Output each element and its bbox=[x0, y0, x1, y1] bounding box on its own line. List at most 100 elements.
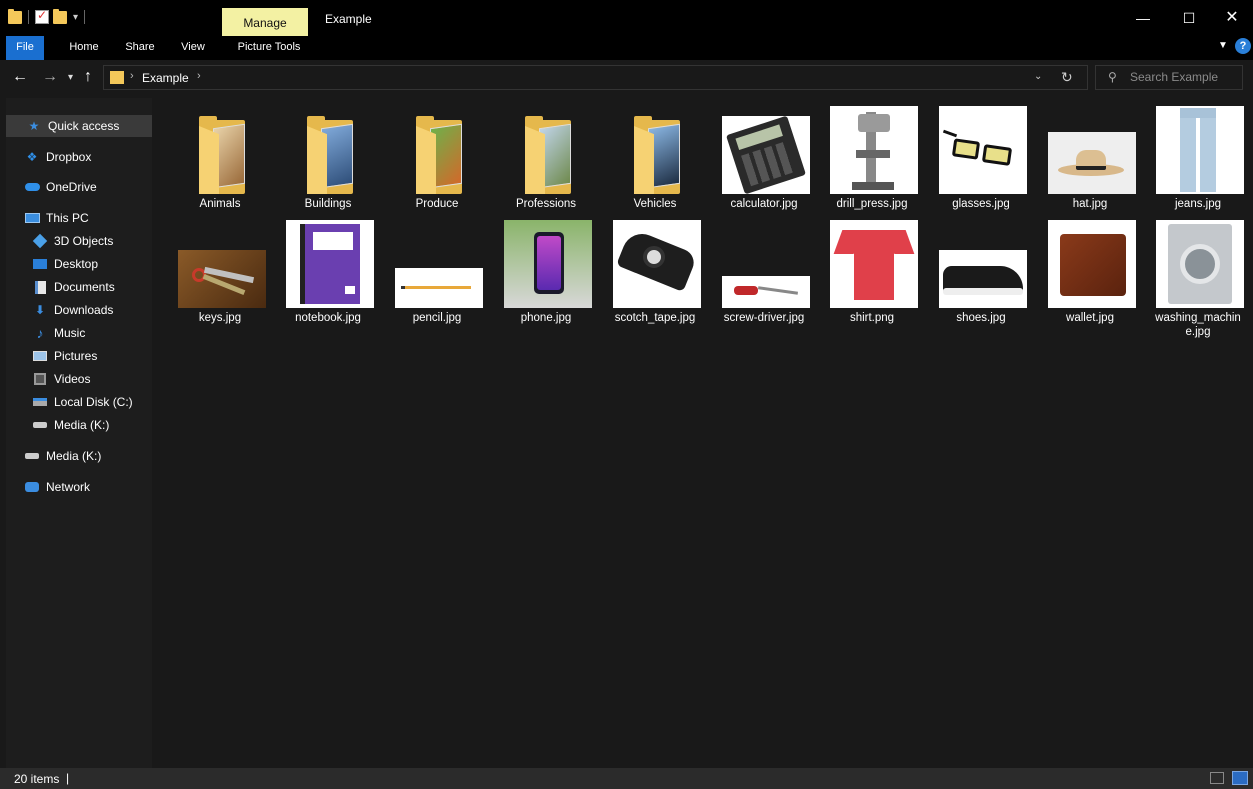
hat-icon bbox=[1048, 106, 1136, 194]
file-name: Vehicles bbox=[633, 198, 677, 210]
details-view-icon[interactable] bbox=[1210, 772, 1224, 784]
file-tile-folder[interactable]: Animals bbox=[168, 98, 272, 212]
customize-toolbar-icon[interactable]: ▾ bbox=[73, 12, 78, 23]
chevron-right-icon[interactable]: › bbox=[197, 70, 201, 82]
search-box[interactable]: ⚲ bbox=[1095, 65, 1243, 90]
forward-arrow-icon[interactable]: → bbox=[42, 68, 58, 86]
tab-view[interactable]: View bbox=[174, 36, 212, 60]
help-icon[interactable]: ? bbox=[1235, 38, 1251, 54]
folder-icon bbox=[286, 106, 374, 194]
tab-share[interactable]: Share bbox=[118, 36, 162, 60]
file-tile-folder[interactable]: Produce bbox=[385, 98, 489, 212]
sidebar-item-onedrive[interactable]: OneDrive bbox=[6, 176, 152, 198]
up-arrow-icon[interactable]: ↑ bbox=[84, 68, 92, 86]
file-tile-image[interactable]: glasses.jpg bbox=[929, 98, 1033, 212]
sidebar-item-pictures[interactable]: Pictures bbox=[6, 345, 152, 367]
washing-machine-icon bbox=[1156, 220, 1244, 308]
item-count: 20 items bbox=[14, 772, 60, 786]
file-name: screw-driver.jpg bbox=[723, 312, 805, 324]
tape-icon bbox=[613, 220, 701, 308]
file-tile-image[interactable]: pencil.jpg bbox=[385, 212, 489, 326]
ribbon: File Home Share View Picture Tools ▼ bbox=[0, 36, 1253, 60]
file-name: phone.jpg bbox=[520, 312, 572, 324]
tab-manage[interactable]: Manage bbox=[222, 8, 308, 36]
properties-icon[interactable] bbox=[35, 8, 49, 24]
file-tile-folder[interactable]: Buildings bbox=[276, 98, 380, 212]
sidebar-item-media-drive[interactable]: Media (K:) bbox=[6, 445, 152, 467]
sidebar-item-local-disk[interactable]: Local Disk (C:) bbox=[6, 391, 152, 413]
computer-icon bbox=[24, 211, 40, 225]
file-name: Animals bbox=[199, 198, 241, 210]
large-icons-view-icon[interactable] bbox=[1232, 771, 1248, 785]
file-tile-image[interactable]: drill_press.jpg bbox=[820, 98, 924, 212]
file-name: Professions bbox=[515, 198, 577, 210]
address-bar[interactable]: › Example › ⌄ ↻ bbox=[103, 65, 1088, 90]
maximize-button[interactable]: ☐ bbox=[1166, 4, 1212, 32]
file-tile-image[interactable]: scotch_tape.jpg bbox=[603, 212, 707, 326]
drill-press-icon bbox=[830, 106, 918, 194]
chevron-right-icon[interactable]: › bbox=[130, 70, 134, 82]
sidebar-item-label: Music bbox=[54, 326, 86, 340]
sidebar-item-label: Documents bbox=[54, 280, 115, 294]
sidebar-item-dropbox[interactable]: ❖ Dropbox bbox=[6, 146, 152, 168]
sidebar-item-documents[interactable]: Documents bbox=[6, 276, 152, 298]
breadcrumb[interactable]: Example bbox=[142, 71, 189, 85]
file-tile-image[interactable]: hat.jpg bbox=[1038, 98, 1142, 212]
divider: | bbox=[66, 771, 70, 785]
sidebar-item-this-pc[interactable]: This PC bbox=[6, 207, 152, 229]
close-button[interactable]: ✕ bbox=[1209, 4, 1253, 32]
file-name: wallet.jpg bbox=[1066, 312, 1114, 324]
sidebar-item-music[interactable]: ♪ Music bbox=[6, 322, 152, 344]
file-tile-image[interactable]: shirt.png bbox=[820, 212, 924, 326]
sidebar-item-3d-objects[interactable]: 3D Objects bbox=[6, 230, 152, 252]
tab-picture-tools[interactable]: Picture Tools bbox=[226, 36, 312, 60]
file-name: hat.jpg bbox=[1072, 198, 1108, 210]
quick-access-toolbar: ▾ bbox=[8, 8, 87, 26]
file-name: Produce bbox=[415, 198, 459, 210]
sidebar-item-label: OneDrive bbox=[46, 180, 97, 194]
back-arrow-icon[interactable]: ← bbox=[12, 68, 28, 86]
tab-home[interactable]: Home bbox=[62, 36, 106, 60]
sidebar-item-media-drive[interactable]: Media (K:) bbox=[6, 414, 152, 436]
tab-file[interactable]: File bbox=[6, 36, 44, 60]
sidebar-item-downloads[interactable]: ⬇ Downloads bbox=[6, 299, 152, 321]
folder-icon bbox=[504, 106, 592, 194]
title-bar: ▾ Manage Example — ☐ ✕ bbox=[0, 0, 1253, 36]
file-name: Buildings bbox=[304, 198, 352, 210]
folder-icon bbox=[613, 106, 701, 194]
sidebar-item-network[interactable]: Network bbox=[6, 476, 152, 498]
notebook-icon bbox=[286, 220, 374, 308]
file-tile-image[interactable]: shoes.jpg bbox=[929, 212, 1033, 326]
desktop-icon bbox=[32, 257, 48, 271]
file-tile-image[interactable]: screw-driver.jpg bbox=[712, 212, 816, 326]
new-folder-icon[interactable] bbox=[53, 8, 67, 24]
file-tile-image[interactable]: wallet.jpg bbox=[1038, 212, 1142, 326]
file-name: washing_machin e.jpg bbox=[1155, 312, 1241, 338]
file-tile-image[interactable]: jeans.jpg bbox=[1146, 98, 1250, 212]
videos-icon bbox=[32, 372, 48, 386]
star-icon: ★ bbox=[28, 119, 40, 133]
sidebar-item-videos[interactable]: Videos bbox=[6, 368, 152, 390]
minimize-button[interactable]: — bbox=[1120, 4, 1166, 32]
sidebar-item-label: Videos bbox=[54, 372, 91, 386]
sidebar-item-label: Pictures bbox=[54, 349, 98, 363]
chevron-down-icon[interactable]: ⌄ bbox=[1034, 71, 1042, 82]
sidebar-item-label: Dropbox bbox=[46, 150, 92, 164]
file-tile-image[interactable]: notebook.jpg bbox=[276, 212, 380, 326]
recent-locations-icon[interactable]: ▾ bbox=[68, 72, 73, 83]
file-tile-image[interactable]: calculator.jpg bbox=[712, 98, 816, 212]
file-tile-folder[interactable]: Vehicles bbox=[603, 98, 707, 212]
file-name: jeans.jpg bbox=[1174, 198, 1222, 210]
file-tile-image[interactable]: washing_machin e.jpg bbox=[1146, 212, 1250, 342]
chevron-down-icon[interactable]: ▼ bbox=[1218, 40, 1228, 51]
refresh-icon[interactable]: ↻ bbox=[1061, 69, 1073, 86]
screwdriver-icon bbox=[722, 220, 810, 308]
file-tile-folder[interactable]: Professions bbox=[494, 98, 598, 212]
file-tile-image[interactable]: phone.jpg bbox=[494, 212, 598, 326]
folder-icon[interactable] bbox=[8, 8, 22, 24]
sidebar-item-desktop[interactable]: Desktop bbox=[6, 253, 152, 275]
search-input[interactable] bbox=[1130, 70, 1238, 84]
file-tile-image[interactable]: keys.jpg bbox=[168, 212, 272, 326]
sidebar-item-quick-access[interactable]: ★ Quick access bbox=[6, 115, 152, 137]
file-list: Animals Buildings Produce Professions Ve… bbox=[152, 98, 1250, 768]
